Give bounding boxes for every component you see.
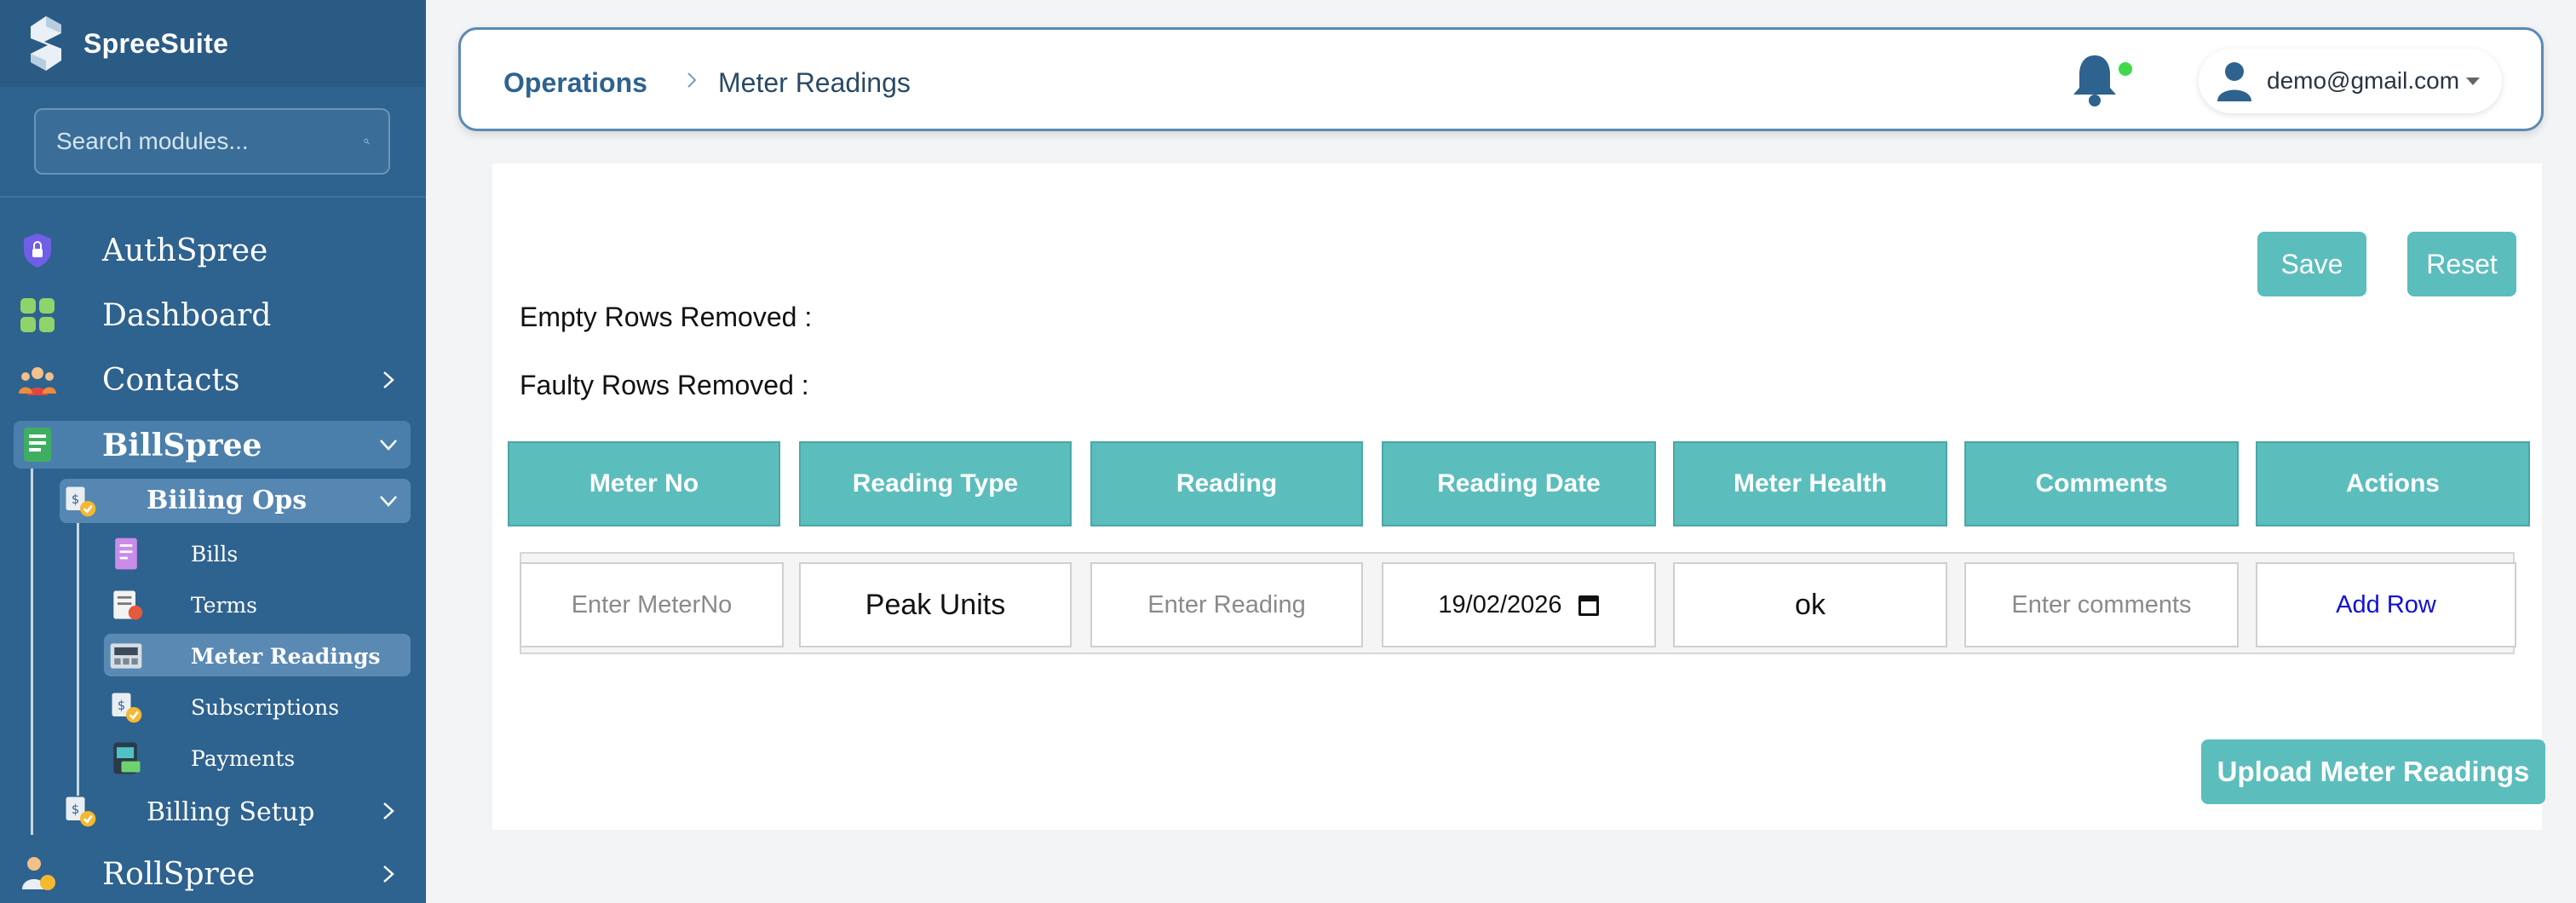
spreesuite-logo-icon — [31, 16, 61, 71]
add-row-link[interactable]: Add Row — [2336, 591, 2436, 619]
column-header-meter-no: Meter No — [508, 441, 780, 526]
reset-button[interactable]: Reset — [2407, 232, 2516, 296]
reading-cell — [1090, 562, 1363, 647]
tree-line — [77, 523, 79, 796]
caret-down-icon — [2466, 77, 2481, 85]
sidebar-item-label: AuthSpree — [102, 233, 268, 268]
sidebar-item-label: Billing Setup — [147, 797, 315, 827]
reading-date-input[interactable]: 19/02/2026 — [1382, 562, 1656, 647]
sidebar-item-label: BillSpree — [102, 428, 262, 463]
user-menu[interactable]: demo@gmail.com — [2199, 49, 2502, 113]
calendar-icon[interactable] — [1578, 593, 1600, 617]
reading-type-select[interactable]: Peak Units — [799, 562, 1072, 647]
invoice-icon — [115, 538, 137, 570]
meter-health-select[interactable]: ok — [1673, 562, 1947, 647]
payroll-icon — [22, 857, 55, 890]
bell-icon[interactable] — [2069, 52, 2120, 108]
reading-type-value: Peak Units — [865, 588, 1006, 621]
terms-icon — [113, 590, 143, 620]
search-input[interactable] — [56, 128, 364, 155]
faulty-rows-label: Faulty Rows Removed : — [520, 370, 809, 400]
sidebar-item-label: Meter Readings — [191, 644, 381, 669]
column-header-meter-health: Meter Health — [1673, 441, 1947, 526]
meter-health-value: ok — [1795, 588, 1826, 621]
column-header-comments: Comments — [1964, 441, 2239, 526]
sidebar-item-label: Terms — [191, 593, 258, 618]
comments-input[interactable] — [1966, 564, 2237, 646]
search-icon[interactable] — [364, 129, 370, 154]
search-box[interactable] — [34, 108, 390, 175]
sidebar-item-label: Dashboard — [102, 298, 272, 333]
user-email: demo@gmail.com — [2267, 67, 2460, 94]
subscription-icon: $ — [112, 693, 142, 723]
chevron-down-icon[interactable] — [379, 492, 398, 510]
brand[interactable]: SpreeSuite — [0, 0, 426, 87]
shield-lock-icon — [24, 233, 51, 267]
actions-cell: Add Row — [2256, 562, 2516, 647]
svg-text:$: $ — [72, 802, 79, 817]
svg-text:$: $ — [118, 699, 125, 713]
breadcrumb-section[interactable]: Operations — [503, 67, 647, 99]
column-header-reading-date: Reading Date — [1382, 441, 1656, 526]
column-header-reading: Reading — [1090, 441, 1363, 526]
comments-cell — [1964, 562, 2239, 647]
notification-dot — [2119, 62, 2132, 76]
billing-ops-icon: $ — [66, 486, 96, 517]
sidebar-item-label: Bills — [191, 542, 239, 567]
meter-icon — [110, 643, 142, 669]
meter-readings-card: Save Reset Empty Rows Removed : Faulty R… — [492, 164, 2545, 830]
chevron-right-icon[interactable] — [379, 802, 398, 820]
reading-date-value: 19/02/2026 — [1438, 590, 1562, 618]
upload-meter-readings-button[interactable]: Upload Meter Readings — [2201, 739, 2545, 804]
ledger-icon — [24, 428, 51, 462]
sidebar: SpreeSuite AuthSpree Das — [0, 0, 426, 903]
breadcrumb-page: Meter Readings — [718, 67, 911, 98]
billing-setup-icon: $ — [66, 797, 96, 827]
column-header-reading-type: Reading Type — [799, 441, 1072, 526]
people-icon — [19, 367, 56, 395]
sidebar-item-label: Subscriptions — [191, 695, 340, 720]
column-header-actions: Actions — [2256, 441, 2530, 526]
payment-icon — [113, 742, 141, 774]
sidebar-item-label: Biiling Ops — [147, 486, 308, 515]
save-button[interactable]: Save — [2257, 232, 2366, 296]
app-name: SpreeSuite — [83, 27, 229, 59]
sidebar-item-label: Payments — [191, 746, 296, 771]
chevron-right-icon[interactable] — [379, 865, 398, 883]
sidebar-search — [0, 87, 426, 198]
breadcrumb-separator-icon — [687, 72, 697, 88]
svg-text:$: $ — [72, 492, 79, 507]
meter-no-cell — [520, 562, 784, 647]
grid-icon — [20, 298, 55, 332]
sidebar-item-label: RollSpree — [102, 857, 256, 892]
user-icon — [2217, 62, 2251, 101]
tree-line — [31, 469, 33, 835]
empty-rows-label: Empty Rows Removed : — [520, 302, 813, 332]
chevron-right-icon[interactable] — [379, 371, 398, 389]
top-header: Operations Meter Readings demo@gmail.com — [458, 27, 2544, 131]
reading-input[interactable] — [1092, 564, 1361, 646]
sidebar-item-label: Contacts — [102, 363, 240, 398]
meter-no-input[interactable] — [521, 564, 782, 646]
chevron-down-icon[interactable] — [379, 435, 398, 454]
